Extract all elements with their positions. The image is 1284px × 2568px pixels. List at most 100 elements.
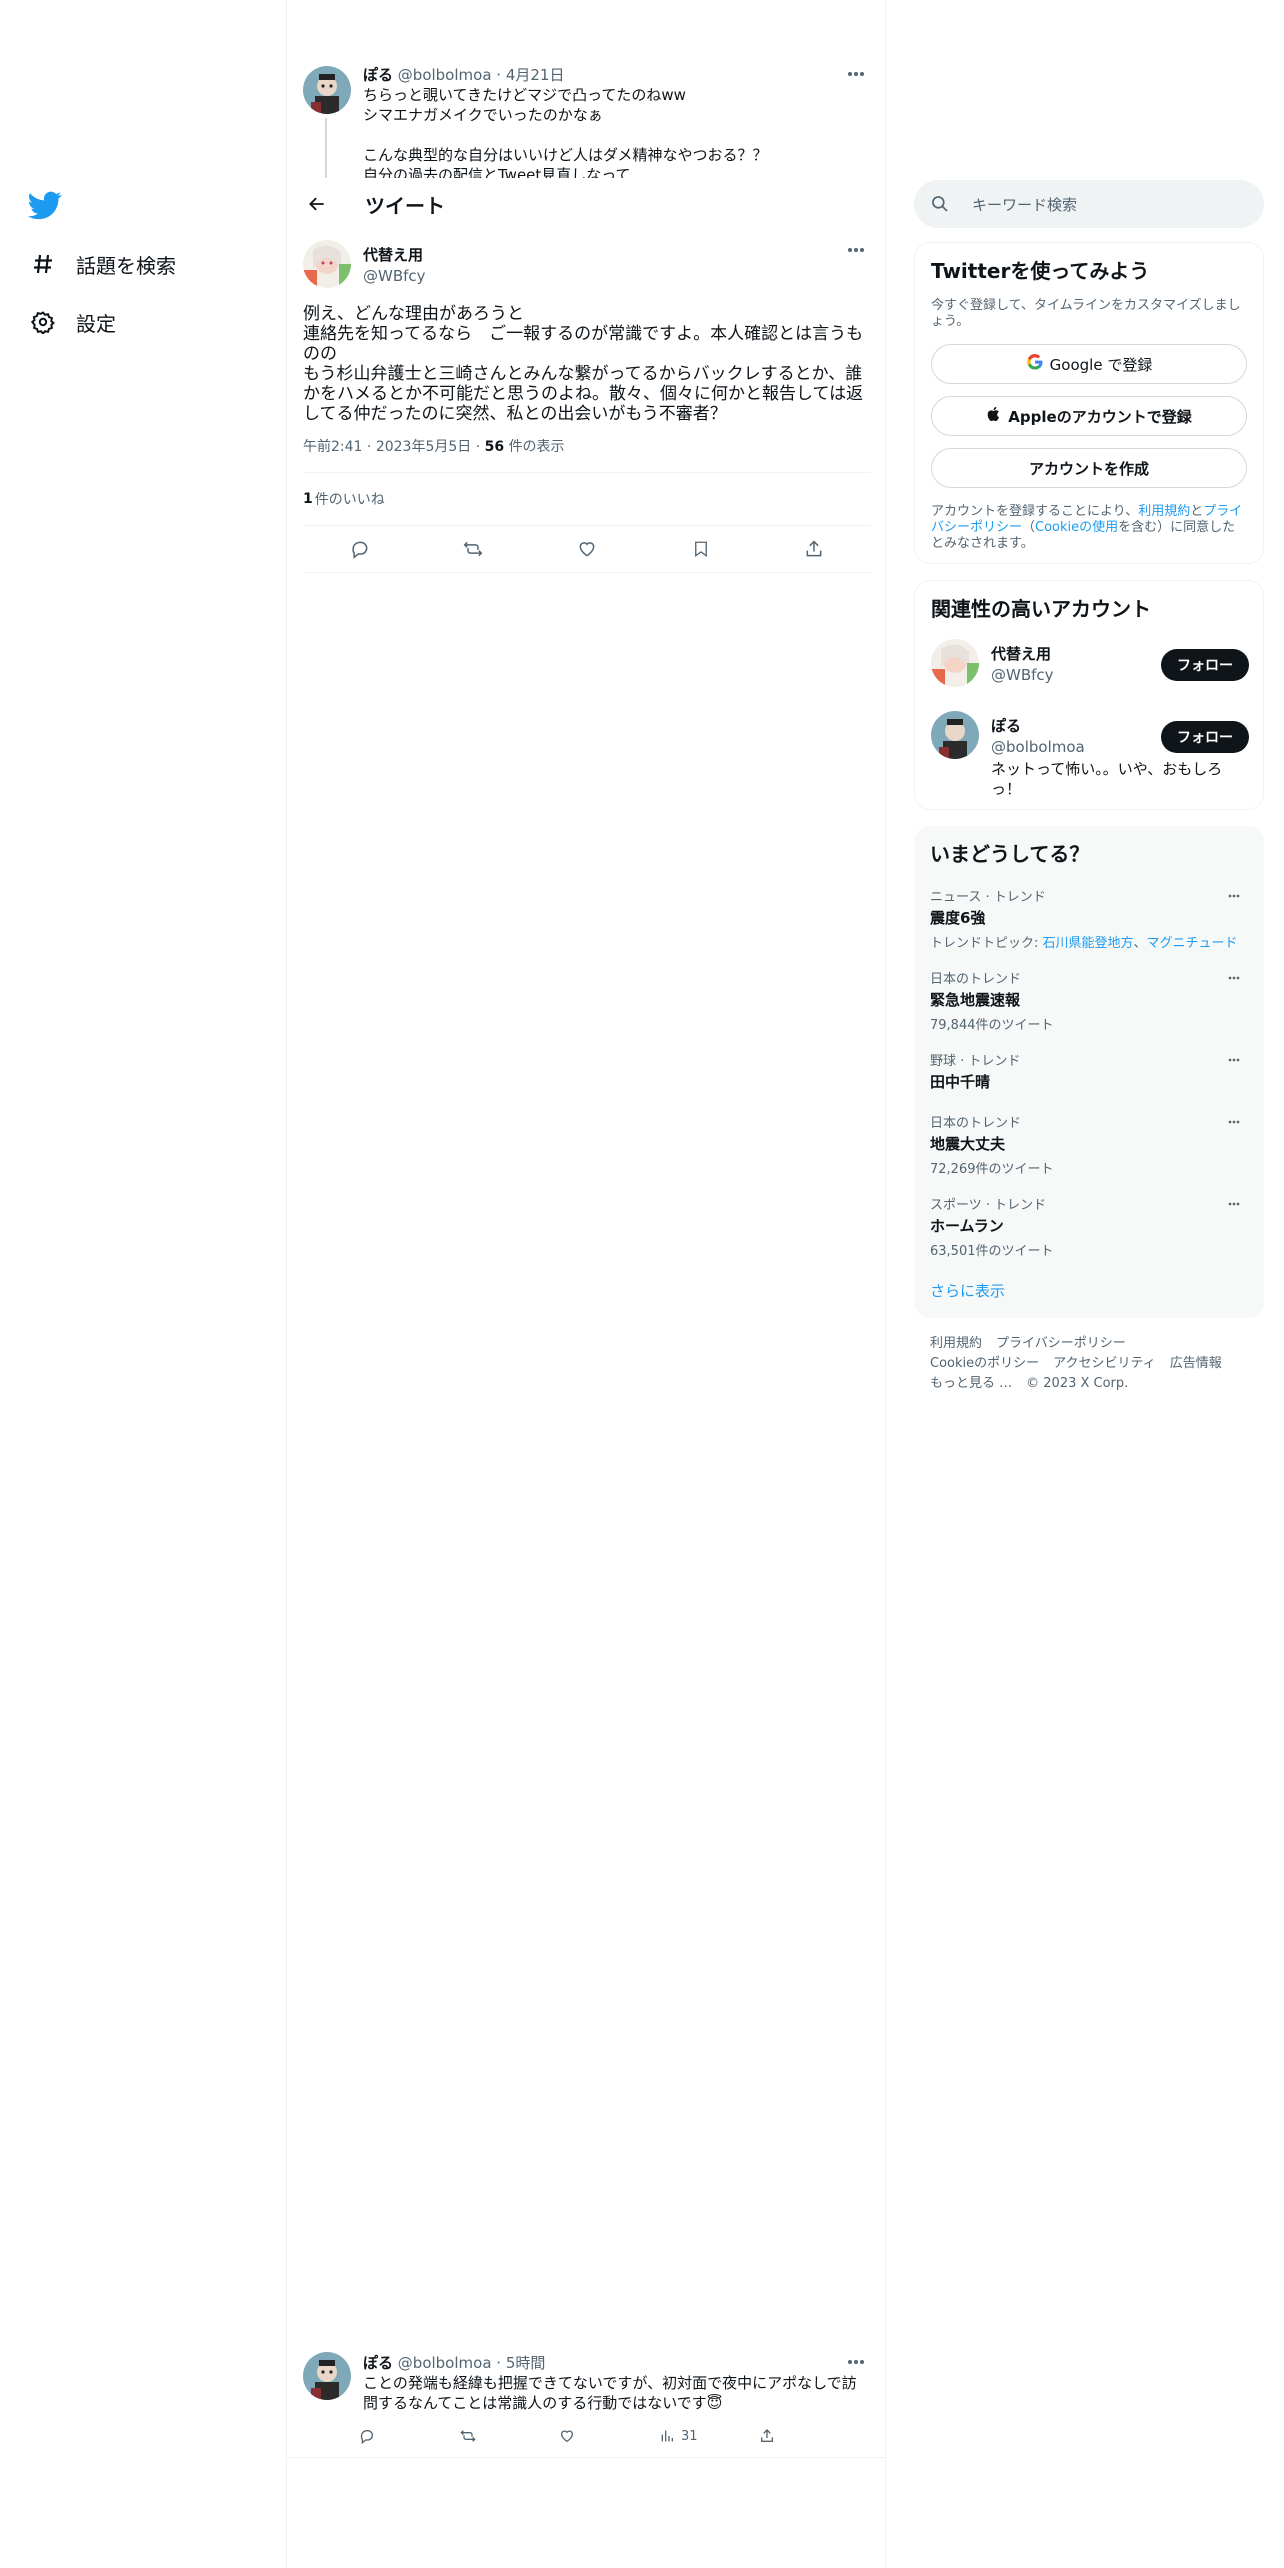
timestamp[interactable]: · 5時間 — [496, 2354, 545, 2372]
gear-icon — [28, 307, 58, 337]
more-options-icon[interactable] — [1220, 1050, 1248, 1070]
trend-item[interactable]: 日本のトレンド 地震大丈夫 72,269件のツイート — [930, 1112, 1248, 1177]
twitter-bird-icon[interactable] — [28, 188, 62, 222]
like-heart-icon[interactable] — [569, 531, 605, 567]
display-name[interactable]: ぽる — [991, 715, 1085, 736]
trend-item[interactable]: ニュース · トレンド 震度6強 トレンドトピック: 石川県能登地方、マグニチュ… — [930, 886, 1248, 951]
signup-card: Twitterを使ってみよう 今すぐ登録して、タイムラインをカスタマイズしましょ… — [914, 242, 1264, 564]
more-options-icon[interactable] — [1220, 886, 1248, 906]
footer-ads-link[interactable]: 広告情報 — [1170, 1356, 1222, 1371]
main-column: ぽる @bolbolmoa · 4月21日 ちらっと覗いてきたけどマジで凸ってた… — [286, 0, 886, 2568]
handle[interactable]: @bolbolmoa — [398, 2354, 492, 2372]
more-options-icon[interactable] — [841, 62, 871, 86]
follow-button[interactable]: フォロー — [1161, 649, 1249, 681]
trend-name: 田中千晴 — [930, 1073, 991, 1091]
more-options-icon[interactable] — [841, 2350, 871, 2374]
retweet-icon[interactable] — [455, 531, 491, 567]
display-name[interactable]: ぽる — [363, 66, 393, 84]
likes-row[interactable]: 1 件のいいね — [303, 473, 871, 525]
trend-topics-label: トレンドトピック: — [930, 936, 1043, 951]
cookie-link[interactable]: Cookieの使用 — [1035, 520, 1118, 535]
share-icon[interactable] — [759, 2428, 859, 2444]
more-options-icon[interactable] — [841, 238, 871, 262]
avatar[interactable] — [303, 2352, 351, 2400]
more-options-icon[interactable] — [1220, 1194, 1248, 1214]
trend-topic-link[interactable]: 石川県能登地方 — [1043, 936, 1134, 951]
reply-tweet[interactable]: ぽる @bolbolmoa · 5時間 ことの発端も経緯も把握できてないですが、… — [303, 2340, 871, 2450]
handle[interactable]: @WBfcy — [991, 666, 1054, 684]
like-heart-icon[interactable] — [559, 2428, 659, 2444]
trend-topics: トレンドトピック: 石川県能登地方、マグニチュード — [930, 932, 1248, 951]
handle[interactable]: @WBfcy — [363, 267, 426, 285]
footer-terms-link[interactable]: 利用規約 — [930, 1336, 982, 1351]
footer-copyright: © 2023 X Corp. — [1026, 1376, 1129, 1391]
reply-icon[interactable] — [359, 2428, 459, 2444]
views-analytics[interactable]: 31 — [659, 2428, 759, 2444]
tweet-date[interactable]: 2023年5月5日 — [376, 439, 471, 455]
trend-item[interactable]: 野球 · トレンド 田中千晴 — [930, 1050, 1248, 1092]
follow-button[interactable]: フォロー — [1161, 721, 1249, 753]
handle[interactable]: @bolbolmoa — [991, 738, 1085, 756]
footer-accessibility-link[interactable]: アクセシビリティ — [1053, 1356, 1156, 1371]
back-arrow-icon[interactable] — [299, 186, 335, 222]
account-bio: ネットって怖い。。いや、おもしろっ！ — [991, 760, 1223, 798]
views-count: 31 — [681, 2428, 698, 2444]
more-options-icon[interactable] — [1220, 1112, 1248, 1132]
apple-signup-label: Appleのアカウントで登録 — [1008, 407, 1192, 426]
create-account-button[interactable]: アカウントを作成 — [931, 448, 1247, 488]
display-name[interactable]: 代替え用 — [991, 643, 1054, 664]
nav-settings[interactable]: 設定 — [28, 300, 116, 344]
share-icon[interactable] — [796, 531, 832, 567]
search-input[interactable]: キーワード検索 — [972, 194, 1077, 215]
google-signup-button[interactable]: Google で登録 — [931, 344, 1247, 384]
handle[interactable]: @bolbolmoa — [398, 66, 492, 84]
avatar[interactable] — [303, 240, 351, 288]
bookmark-icon[interactable] — [683, 531, 719, 567]
more-options-icon[interactable] — [1220, 968, 1248, 988]
avatar[interactable] — [303, 66, 351, 114]
reply-icon[interactable] — [342, 531, 378, 567]
trend-count: 72,269件のツイート — [930, 1162, 1054, 1177]
sidebar-footer: 利用規約 プライバシーポリシー Cookieのポリシー アクセシビリティ 広告情報 も… — [930, 1334, 1260, 1394]
tweet-meta: ぽる @bolbolmoa · 4月21日 — [363, 64, 853, 85]
trend-item[interactable]: スポーツ · トレンド ホームラン 63,501件のツイート — [930, 1194, 1248, 1259]
trend-item[interactable]: 日本のトレンド 緊急地震速報 79,844件のツイート — [930, 968, 1248, 1033]
display-name[interactable]: 代替え用 — [363, 244, 426, 265]
avatar[interactable] — [931, 711, 979, 759]
trends-title: いまどうしてる？ — [930, 842, 1090, 866]
retweet-icon[interactable] — [459, 2428, 559, 2444]
footer-privacy-link[interactable]: プライバシーポリシー — [996, 1336, 1126, 1351]
nav-explore[interactable]: 話題を検索 — [28, 242, 176, 286]
trend-topic-link[interactable]: マグニチュード — [1147, 936, 1238, 951]
tweet-actions — [303, 526, 871, 572]
tweet-time[interactable]: 午前2:41 — [303, 439, 362, 455]
display-name[interactable]: ぽる — [363, 2354, 393, 2372]
views-count: 56 — [484, 439, 505, 455]
trend-name: ホームラン — [930, 1217, 1004, 1235]
timestamp[interactable]: · 4月21日 — [496, 66, 564, 84]
show-more-link[interactable]: さらに表示 — [930, 1280, 1005, 1301]
left-navigation: 話題を検索 設定 — [0, 0, 286, 2568]
nav-explore-label: 話題を検索 — [76, 253, 176, 278]
avatar[interactable] — [931, 639, 979, 687]
apple-logo-icon — [986, 405, 1002, 427]
google-signup-label: Google で登録 — [1049, 355, 1153, 374]
views-label: 件の表示 — [508, 439, 565, 455]
focused-tweet: 代替え用 @WBfcy 例え、どんな理由があろうと 連絡先を知ってるなら ご一報… — [303, 238, 871, 573]
divider — [303, 572, 871, 573]
signup-subtitle: 今すぐ登録して、タイムラインをカスタマイズしましょう。 — [931, 298, 1241, 329]
trend-name: 震度6強 — [930, 909, 986, 927]
search-box[interactable]: キーワード検索 — [914, 180, 1264, 228]
terms-link[interactable]: 利用規約 — [1138, 504, 1190, 519]
footer-cookie-link[interactable]: Cookieのポリシー — [930, 1356, 1039, 1371]
related-account[interactable]: ぽる @bolbolmoa ネットって怖い。。いや、おもしろっ！ フォロー — [931, 711, 1249, 798]
bar-chart-icon — [661, 2430, 673, 2442]
likes-count: 1 — [303, 491, 313, 507]
related-account[interactable]: 代替え用 @WBfcy フォロー — [931, 639, 1249, 695]
parent-tweet[interactable]: ぽる @bolbolmoa · 4月21日 ちらっと覗いてきたけどマジで凸ってた… — [303, 60, 871, 178]
apple-signup-button[interactable]: Appleのアカウントで登録 — [931, 396, 1247, 436]
signup-legal-text: アカウントを登録することにより、利用規約とプライバシーポリシー（Cookieの使… — [931, 504, 1247, 552]
dot-separator: · — [475, 439, 481, 455]
trend-name: 地震大丈夫 — [930, 1135, 1006, 1153]
footer-more-link[interactable]: もっと見る … — [930, 1376, 1012, 1391]
